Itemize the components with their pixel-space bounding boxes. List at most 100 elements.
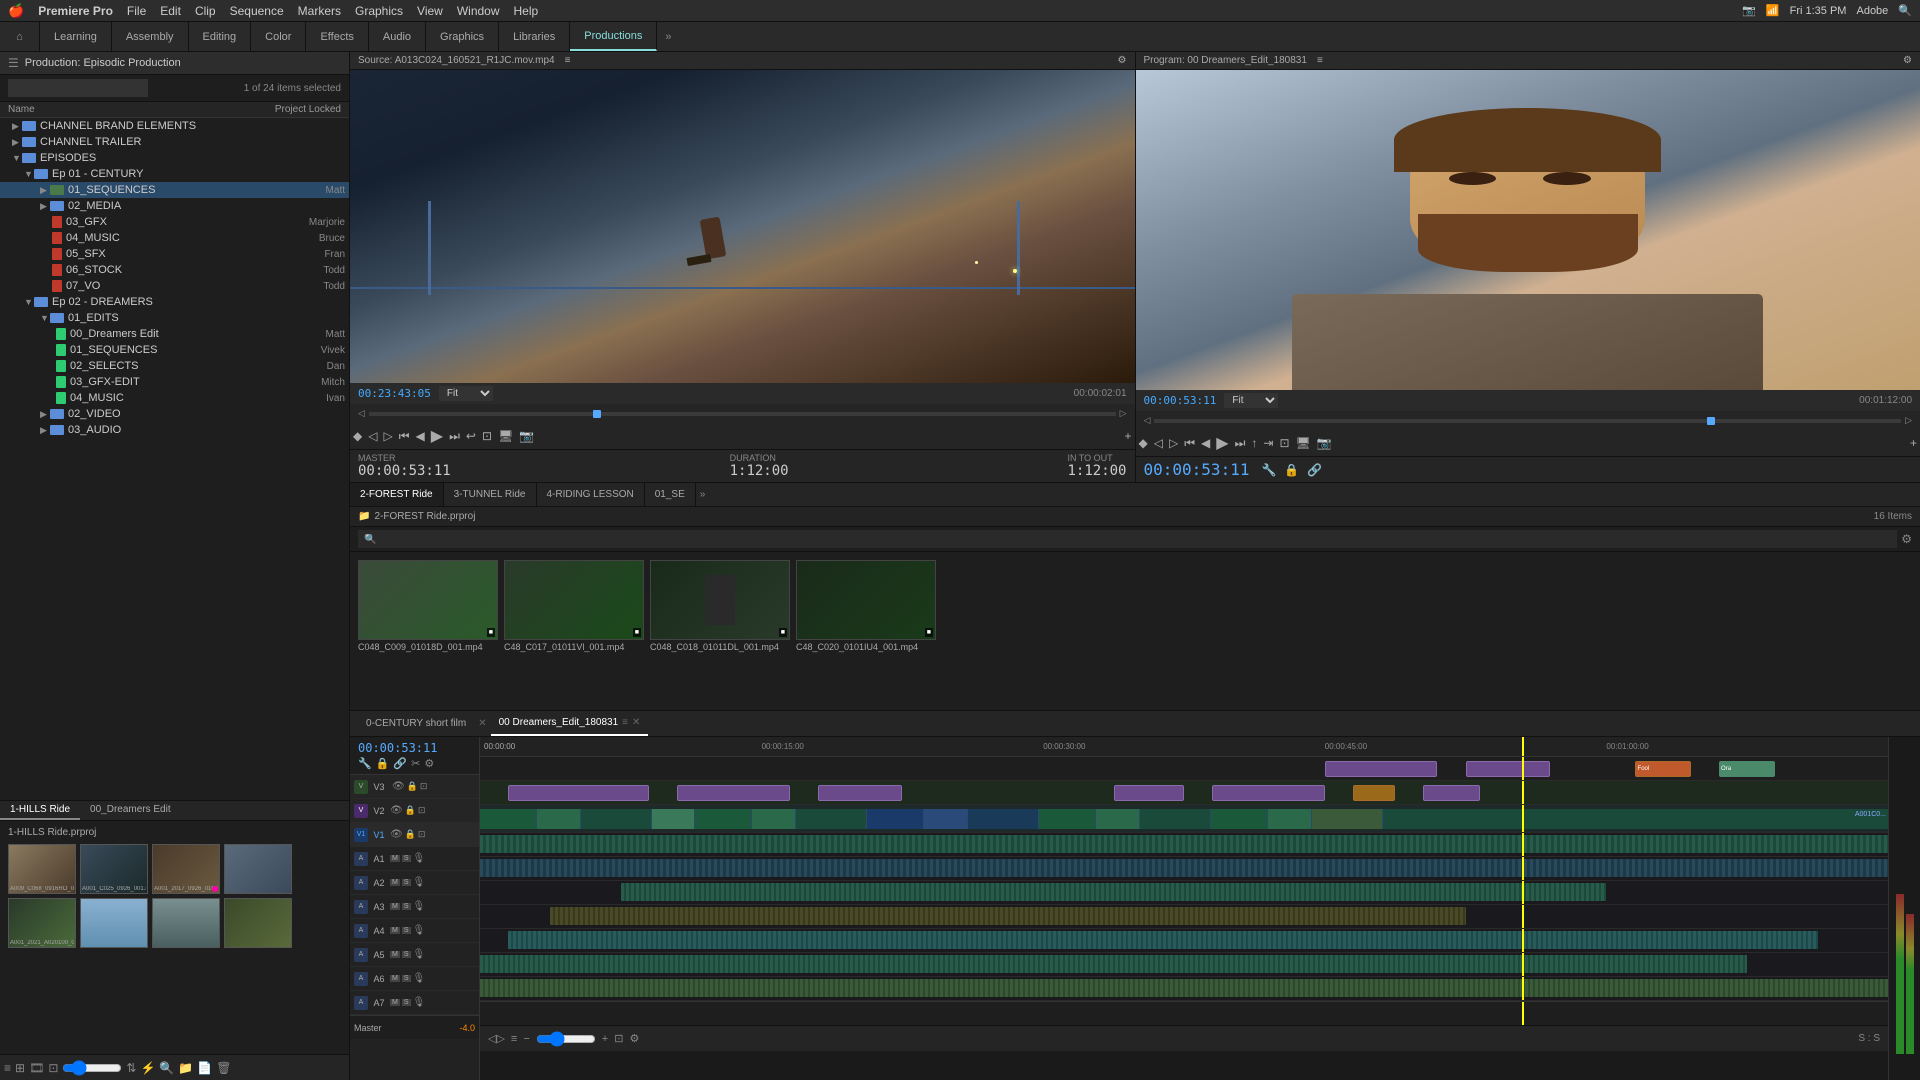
grid-view-icon[interactable]: ⊞	[15, 1061, 25, 1075]
a7-mute[interactable]: M	[390, 999, 400, 1006]
a3-solo[interactable]: S	[402, 903, 411, 910]
tl-tool-settings[interactable]: ⚙	[424, 757, 434, 770]
program-add-marker[interactable]: ◆	[1139, 436, 1148, 450]
clip-v3-1[interactable]	[1325, 761, 1438, 777]
thumbnail-item[interactable]: A001_2021_A020100_001.mp4	[8, 898, 76, 948]
a2-sync-icon[interactable]: A	[354, 876, 368, 890]
step-back-icon[interactable]: ⏮	[399, 429, 410, 444]
a1-mute[interactable]: M	[390, 855, 400, 862]
a6-solo[interactable]: S	[402, 975, 411, 982]
tree-item-channel-brand[interactable]: ▶ CHANNEL BRAND ELEMENTS	[0, 118, 349, 134]
clip-item-2[interactable]: ■ C48_C017_01011Vl_001.mp4	[504, 560, 644, 654]
menu-markers[interactable]: Markers	[298, 4, 341, 18]
btab-dreamers[interactable]: 00_Dreamers Edit	[80, 801, 181, 820]
a7-mic[interactable]: 🎙	[413, 997, 426, 1008]
tree-item-stock01[interactable]: 06_STOCK Todd	[0, 262, 349, 278]
tree-item-music02[interactable]: 04_MUSIC Ivan	[0, 390, 349, 406]
audio-a6-clip[interactable]	[480, 955, 1747, 973]
a5-mute[interactable]: M	[390, 951, 400, 958]
clip-tab-tunnel[interactable]: 3-TUNNEL Ride	[444, 483, 537, 506]
thumbnail-item[interactable]: A001_2017_0926_010.mp4	[152, 844, 220, 894]
a2-mic[interactable]: 🎙	[413, 877, 426, 888]
program-fit-select[interactable]: Fit 25% 50% 100%	[1224, 393, 1278, 408]
source-video-area[interactable]	[350, 70, 1135, 383]
play-icon[interactable]: ▶	[431, 426, 443, 446]
tree-item-video02[interactable]: ▶ 02_VIDEO	[0, 406, 349, 422]
project-search-input[interactable]	[8, 79, 148, 97]
camera-capture-icon[interactable]: 📷	[519, 429, 534, 443]
program-play[interactable]: ▶	[1216, 433, 1228, 453]
a4-mute[interactable]: M	[390, 927, 400, 934]
clip-v1-main[interactable]: A001C0...	[480, 809, 1888, 829]
lane-a4[interactable]	[480, 905, 1888, 929]
audio-a5-clip[interactable]	[508, 931, 1817, 949]
timeline-tab-settings[interactable]: ≡	[622, 717, 628, 728]
clip-v3-2[interactable]	[1466, 761, 1550, 777]
a5-mic[interactable]: 🎙	[413, 949, 426, 960]
menu-file[interactable]: File	[127, 4, 146, 18]
add-button[interactable]: +	[1124, 429, 1131, 443]
program-video-area[interactable]	[1136, 70, 1920, 390]
v1-eye[interactable]: 👁	[390, 829, 403, 840]
tree-item-channel-trailer[interactable]: ▶ CHANNEL TRAILER	[0, 134, 349, 150]
search-icon[interactable]: 🔍	[1898, 4, 1912, 17]
tl-zoom-slider[interactable]	[536, 1034, 596, 1044]
out-point-icon[interactable]: ▷	[383, 429, 392, 443]
tree-item-sfx01[interactable]: 05_SFX Fran	[0, 246, 349, 262]
source-scrubber[interactable]	[369, 412, 1116, 416]
sort-icon[interactable]: ⇅	[126, 1061, 136, 1075]
delete-icon[interactable]: 🗑	[216, 1061, 231, 1075]
a2-solo[interactable]: S	[402, 879, 411, 886]
panel-menu-icon[interactable]: ☰	[8, 56, 19, 70]
v2-eye[interactable]: 👁	[390, 805, 403, 816]
tl-tool-razor[interactable]: ✂	[411, 757, 420, 770]
tree-item-episodes[interactable]: ▼ EPISODES	[0, 150, 349, 166]
tab-learning[interactable]: Learning	[40, 22, 112, 51]
source-settings-icon[interactable]: ⚙	[1118, 55, 1127, 66]
menu-clip[interactable]: Clip	[195, 4, 216, 18]
tl-tool-link[interactable]: 🔗	[393, 757, 407, 770]
new-item-icon[interactable]: 📄	[197, 1061, 212, 1075]
program-link-icon[interactable]: 🔗	[1307, 463, 1322, 477]
a5-solo[interactable]: S	[402, 951, 411, 958]
program-menu-icon[interactable]: ≡	[1317, 55, 1323, 66]
program-lift[interactable]: ↑	[1251, 436, 1257, 450]
program-out-point[interactable]: ▷	[1169, 436, 1178, 450]
a2-mute[interactable]: M	[390, 879, 400, 886]
thumbnail-size-slider[interactable]	[62, 1062, 122, 1074]
v3-eye[interactable]: 👁	[392, 781, 405, 792]
tab-editing[interactable]: Editing	[189, 22, 252, 51]
a3-mute[interactable]: M	[390, 903, 400, 910]
tree-item-sequences01[interactable]: ▶ 01_SEQUENCES Matt	[0, 182, 349, 198]
tree-item-gfx01[interactable]: 03_GFX Marjorie	[0, 214, 349, 230]
a3-mic[interactable]: 🎙	[413, 901, 426, 912]
a1-mic[interactable]: 🎙	[413, 853, 426, 864]
clip-search-input[interactable]	[358, 530, 1897, 548]
v2-settings[interactable]: ⊡	[418, 805, 426, 816]
tab-productions[interactable]: Productions	[570, 22, 657, 51]
clip-v2-2[interactable]	[677, 785, 790, 801]
tl-btn-settings[interactable]: ⚙	[629, 1032, 639, 1045]
timeline-ruler[interactable]: 00:00:00 00:00:15:00 00:00:30:00 00:00:4…	[480, 737, 1888, 757]
tree-item-audio03[interactable]: ▶ 03_AUDIO	[0, 422, 349, 438]
program-add[interactable]: +	[1910, 436, 1917, 450]
clip-v3-4[interactable]: Ora	[1719, 761, 1775, 777]
tab-audio[interactable]: Audio	[369, 22, 426, 51]
timeline-tab-close-century[interactable]: ✕	[478, 718, 486, 729]
menu-window[interactable]: Window	[457, 4, 500, 18]
v1-active-icon[interactable]: V1	[354, 828, 368, 842]
clip-tabs-more[interactable]: »	[696, 489, 710, 500]
play-back-icon[interactable]: ◀	[416, 429, 425, 443]
program-play-back[interactable]: ◀	[1201, 436, 1210, 450]
lane-v1[interactable]: A001C0...	[480, 805, 1888, 833]
tl-tool-lock[interactable]: 🔒	[376, 757, 390, 770]
new-bin-icon[interactable]: 📁	[178, 1061, 193, 1075]
thumbnail-item[interactable]	[224, 898, 292, 948]
lane-a1[interactable]	[480, 833, 1888, 857]
clip-v2-3[interactable]	[818, 785, 902, 801]
clip-v2-4[interactable]	[1114, 785, 1184, 801]
clip-v2-7[interactable]	[1423, 785, 1479, 801]
a4-mic[interactable]: 🎙	[413, 925, 426, 936]
tl-btn-in-out[interactable]: ◁▷	[488, 1032, 505, 1045]
a4-sync-icon[interactable]: A	[354, 924, 368, 938]
